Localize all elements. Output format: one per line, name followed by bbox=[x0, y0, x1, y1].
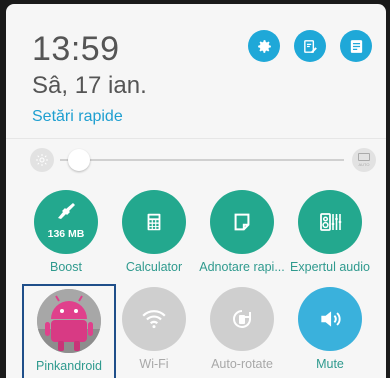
sticky-note-icon bbox=[234, 213, 250, 231]
settings-button[interactable] bbox=[248, 30, 280, 62]
edit-notes-button[interactable] bbox=[294, 30, 326, 62]
quick-note-circle[interactable] bbox=[210, 190, 274, 254]
auto-brightness-label: AUTO bbox=[358, 162, 370, 167]
brightness-thumb[interactable] bbox=[68, 149, 91, 171]
tile-calculator[interactable]: Calculator bbox=[110, 190, 198, 282]
clock-time: 13:59 bbox=[32, 30, 120, 68]
tile-label: Adnotare rapi... bbox=[199, 260, 285, 274]
audio-expert-circle[interactable] bbox=[298, 190, 362, 254]
boost-circle[interactable]: 136 MB bbox=[34, 190, 98, 254]
tile-boost[interactable]: 136 MB Boost bbox=[22, 190, 110, 282]
tile-label: Auto-rotate bbox=[211, 357, 273, 371]
tile-label: Pinkandroid bbox=[35, 359, 102, 373]
brightness-slider[interactable]: AUTO bbox=[30, 146, 376, 174]
notes-list-icon bbox=[350, 39, 362, 53]
notes-list-button[interactable] bbox=[340, 30, 372, 62]
tile-pinkandroid[interactable]: Pinkandroid bbox=[22, 284, 116, 378]
mute-circle[interactable] bbox=[298, 287, 362, 351]
audio-expert-icon bbox=[320, 213, 342, 231]
header-divider bbox=[6, 138, 386, 139]
wifi-icon bbox=[142, 310, 166, 329]
settings-gear-icon bbox=[257, 39, 271, 53]
auto-rotate-icon bbox=[233, 310, 251, 328]
auto-brightness-icon bbox=[358, 153, 370, 161]
tile-label: Wi-Fi bbox=[139, 357, 169, 371]
boost-memory-label: 136 MB bbox=[47, 228, 85, 240]
edit-notes-icon bbox=[303, 39, 317, 53]
tile-quick-note[interactable]: Adnotare rapi... bbox=[198, 190, 286, 282]
speaker-icon bbox=[321, 311, 341, 327]
tile-label: Expertul audio bbox=[290, 260, 370, 274]
brightness-track[interactable] bbox=[60, 159, 344, 161]
tile-audio-expert[interactable]: Expertul audio bbox=[286, 190, 374, 282]
auto-rotate-circle[interactable] bbox=[210, 287, 274, 351]
tile-label: Calculator bbox=[125, 260, 183, 274]
tile-label: Boost bbox=[50, 260, 82, 274]
calculator-icon bbox=[147, 213, 161, 231]
date-label: Sâ, 17 ian. bbox=[32, 72, 147, 99]
brightness-low-icon bbox=[30, 148, 54, 172]
tile-mute[interactable]: Mute bbox=[286, 287, 374, 378]
quick-settings-panel: 13:59 Sâ, 17 ian. Setări rapide AUTO 136… bbox=[6, 4, 386, 378]
tile-wifi[interactable]: Wi-Fi bbox=[110, 287, 198, 378]
tile-auto-rotate[interactable]: Auto-rotate bbox=[198, 287, 286, 378]
wifi-circle[interactable] bbox=[122, 287, 186, 351]
tile-label: Mute bbox=[316, 357, 344, 371]
pink-android-photo bbox=[37, 289, 101, 353]
quick-settings-title: Setări rapide bbox=[32, 108, 123, 125]
calculator-circle[interactable] bbox=[122, 190, 186, 254]
auto-brightness-toggle[interactable]: AUTO bbox=[352, 148, 376, 172]
broom-icon bbox=[58, 203, 75, 219]
